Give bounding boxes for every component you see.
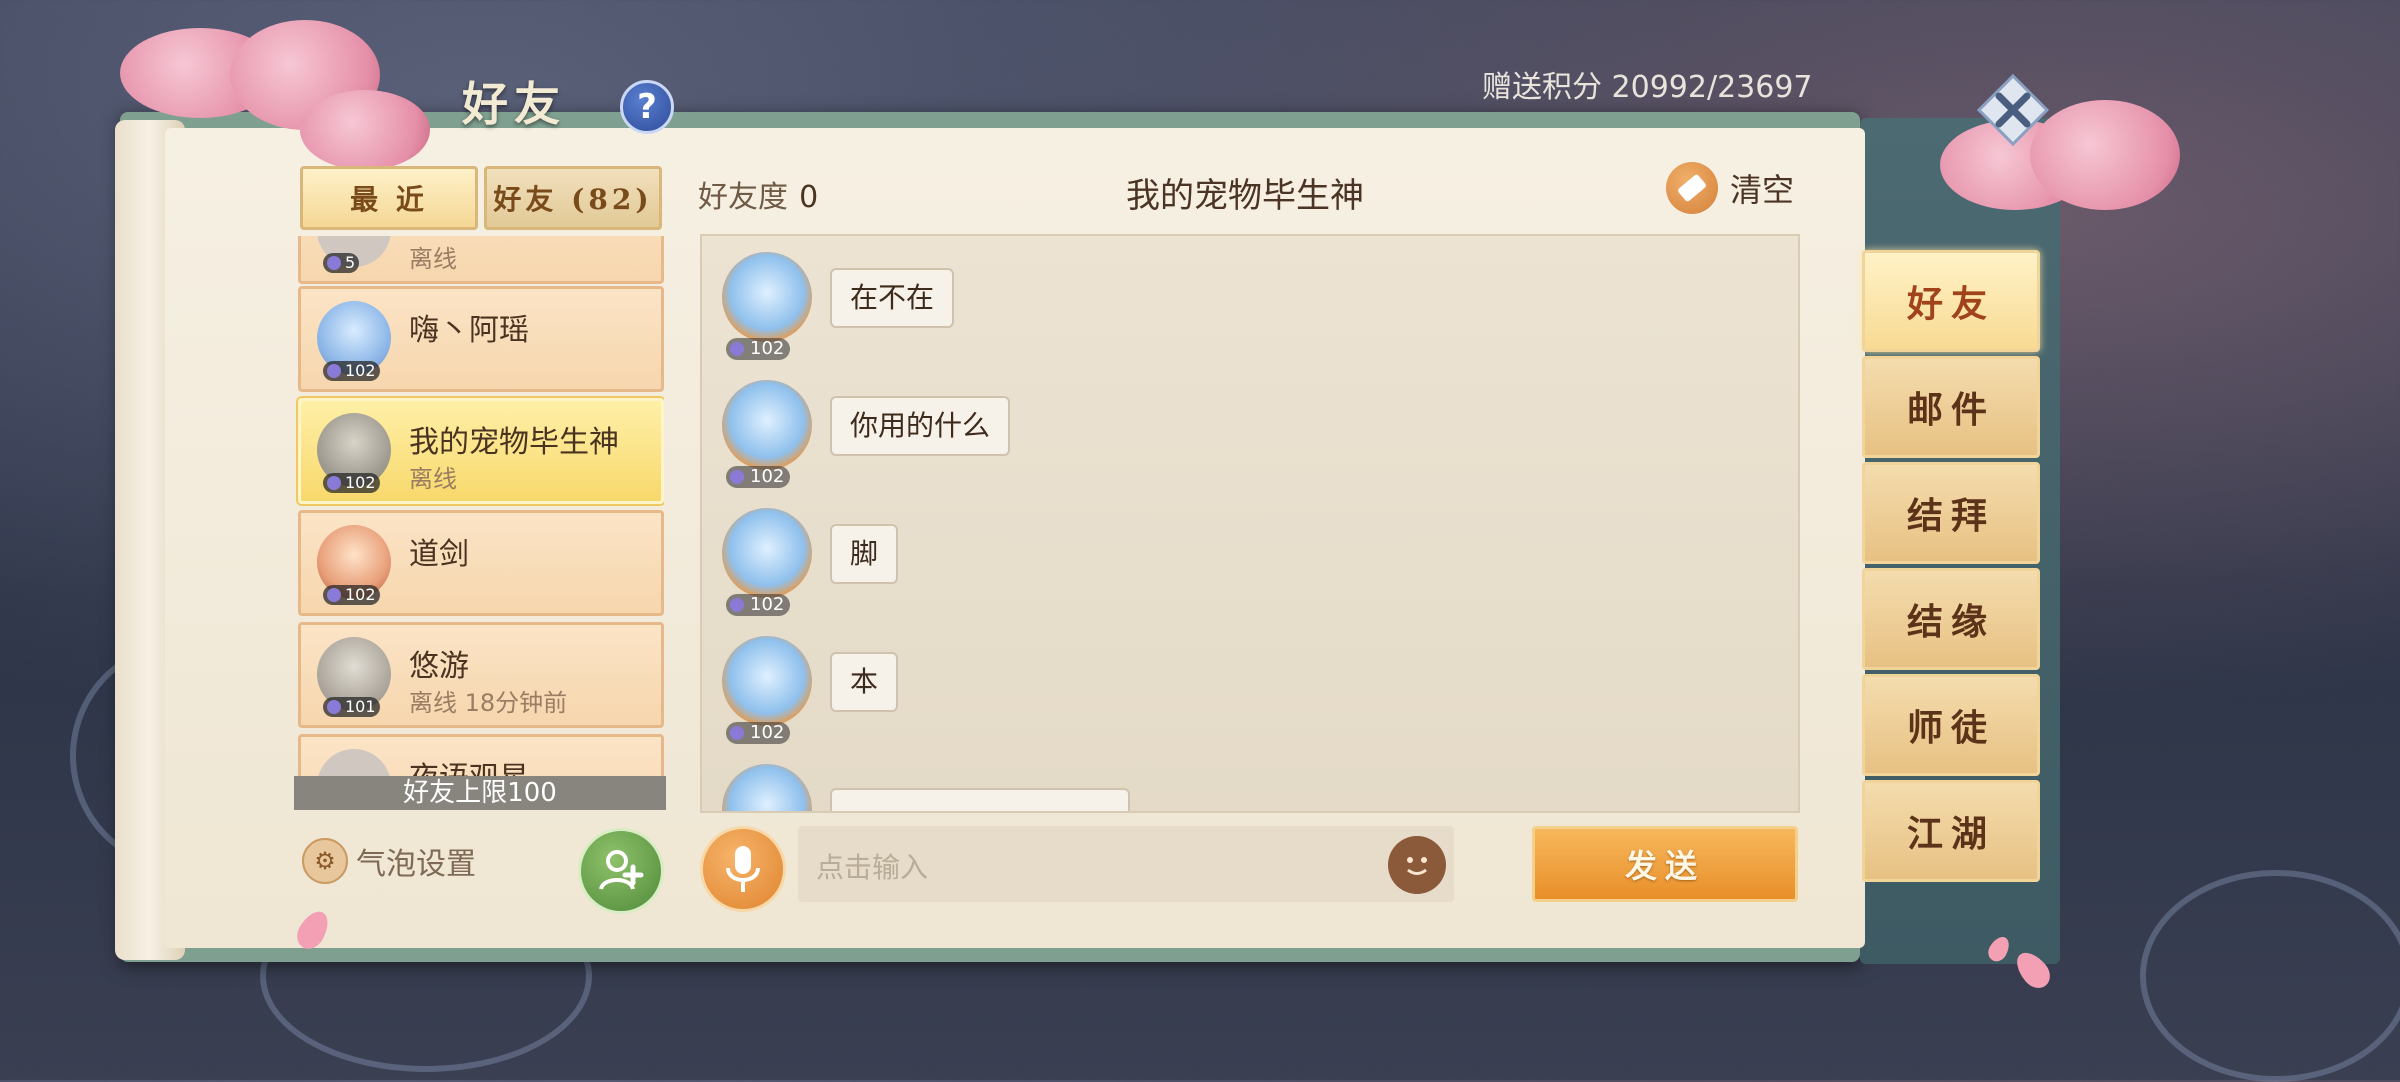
friendship-label: 好友度 bbox=[698, 180, 788, 215]
avatar bbox=[722, 380, 812, 470]
friend-name: 道剑 bbox=[409, 537, 469, 572]
add-user-icon bbox=[599, 850, 644, 890]
add-friend-button[interactable] bbox=[578, 828, 664, 914]
chat-bubble: 脚 bbox=[830, 524, 899, 584]
cloud-decoration-right bbox=[2140, 870, 2400, 1082]
friendship-level: 好友度 0 bbox=[698, 172, 818, 216]
clear-chat-button[interactable]: 清空 bbox=[1666, 162, 1794, 214]
friend-name: 我的宠物毕生神 bbox=[409, 425, 619, 460]
blossom-decoration-topright-2 bbox=[2030, 100, 2180, 210]
level-badge: 102 bbox=[323, 585, 380, 605]
input-placeholder: 点击输入 bbox=[816, 851, 929, 884]
level-badge: 102 bbox=[726, 466, 791, 488]
avatar bbox=[317, 749, 391, 776]
level-badge: 102 bbox=[726, 722, 791, 744]
friend-name: 夜语观星 bbox=[409, 753, 529, 776]
chat-message: 102 脚 bbox=[716, 502, 1416, 622]
chat-bubble: 在不在 bbox=[830, 268, 955, 328]
friendship-value: 0 bbox=[799, 180, 819, 215]
tab-recent[interactable]: 最 近 bbox=[300, 166, 478, 230]
level-badge: 101 bbox=[323, 697, 380, 717]
list-item[interactable]: 101 悠游 离线 18分钟前 bbox=[298, 622, 664, 728]
close-button[interactable] bbox=[1975, 72, 2051, 148]
level-badge: 102 bbox=[726, 338, 791, 360]
side-tab-bond[interactable]: 结缘 bbox=[1862, 568, 2040, 670]
clear-label: 清空 bbox=[1730, 171, 1795, 209]
avatar bbox=[722, 508, 812, 598]
page-title: 好友 bbox=[462, 77, 566, 131]
emoji-icon bbox=[1407, 857, 1427, 875]
chat-bubble: 你用的什么 bbox=[830, 396, 1011, 456]
avatar bbox=[722, 764, 812, 811]
gear-icon: ⚙ bbox=[302, 838, 348, 884]
friend-status: 离线 bbox=[409, 465, 457, 493]
side-tab-jianghu[interactable]: 江湖 bbox=[1862, 780, 2040, 882]
chat-message: 102 本 bbox=[716, 630, 1416, 750]
gift-points-label: 赠送积分 20992/23697 bbox=[1482, 70, 1813, 105]
chat-message-partial bbox=[716, 758, 1416, 811]
level-badge: 102 bbox=[323, 361, 380, 381]
level-badge: 102 bbox=[726, 594, 791, 616]
level-badge: 5 bbox=[323, 253, 360, 273]
message-input[interactable]: 点击输入 bbox=[798, 826, 1454, 902]
avatar bbox=[722, 636, 812, 726]
side-tab-friends[interactable]: 好友 bbox=[1862, 250, 2040, 352]
help-button[interactable]: ? bbox=[620, 80, 674, 134]
chat-message: 102 你用的什么 bbox=[716, 374, 1416, 494]
microphone-icon bbox=[726, 846, 760, 892]
chat-message: 102 在不在 bbox=[716, 246, 1416, 366]
bubble-settings-label: 气泡设置 bbox=[356, 847, 476, 882]
tab-friends[interactable]: 好友 (82) bbox=[484, 166, 662, 230]
chat-bubble: 本 bbox=[830, 652, 899, 712]
side-tab-sworn-brothers[interactable]: 结拜 bbox=[1862, 462, 2040, 564]
list-item[interactable]: 5 离线 bbox=[298, 236, 664, 284]
friend-status: 离线 18分钟前 bbox=[409, 689, 568, 717]
close-icon bbox=[1976, 73, 2050, 147]
avatar bbox=[722, 252, 812, 342]
friend-name: 悠游 bbox=[409, 649, 469, 684]
list-item-selected[interactable]: 102 我的宠物毕生神 离线 bbox=[298, 398, 664, 504]
blossom-decoration-topleft-3 bbox=[300, 90, 430, 170]
chat-bubble bbox=[830, 788, 1130, 811]
level-badge: 102 bbox=[323, 473, 380, 493]
list-item[interactable]: 夜语观星 bbox=[298, 734, 664, 776]
eraser-icon bbox=[1666, 162, 1718, 214]
voice-button[interactable] bbox=[700, 826, 786, 912]
bubble-settings-button[interactable]: ⚙ 气泡设置 bbox=[302, 838, 476, 884]
side-tab-mail[interactable]: 邮件 bbox=[1862, 356, 2040, 458]
chat-message-area[interactable]: 102 在不在 102 你用的什么 102 脚 102 本 bbox=[700, 234, 1800, 813]
emoji-button[interactable] bbox=[1388, 836, 1446, 894]
friend-limit-label: 好友上限100 bbox=[294, 776, 666, 810]
friend-name: 嗨丶阿瑶 bbox=[409, 313, 529, 348]
side-tab-mentor[interactable]: 师徒 bbox=[1862, 674, 2040, 776]
list-item[interactable]: 102 道剑 bbox=[298, 510, 664, 616]
list-item[interactable]: 102 嗨丶阿瑶 bbox=[298, 286, 664, 392]
friend-status: 离线 bbox=[409, 245, 457, 273]
friend-list[interactable]: 5 离线 102 嗨丶阿瑶 102 我的宠物毕生神 离线 102 道剑 101 … bbox=[294, 236, 664, 776]
send-button[interactable]: 发送 bbox=[1532, 826, 1798, 902]
chat-title: 我的宠物毕生神 bbox=[1126, 176, 1364, 216]
